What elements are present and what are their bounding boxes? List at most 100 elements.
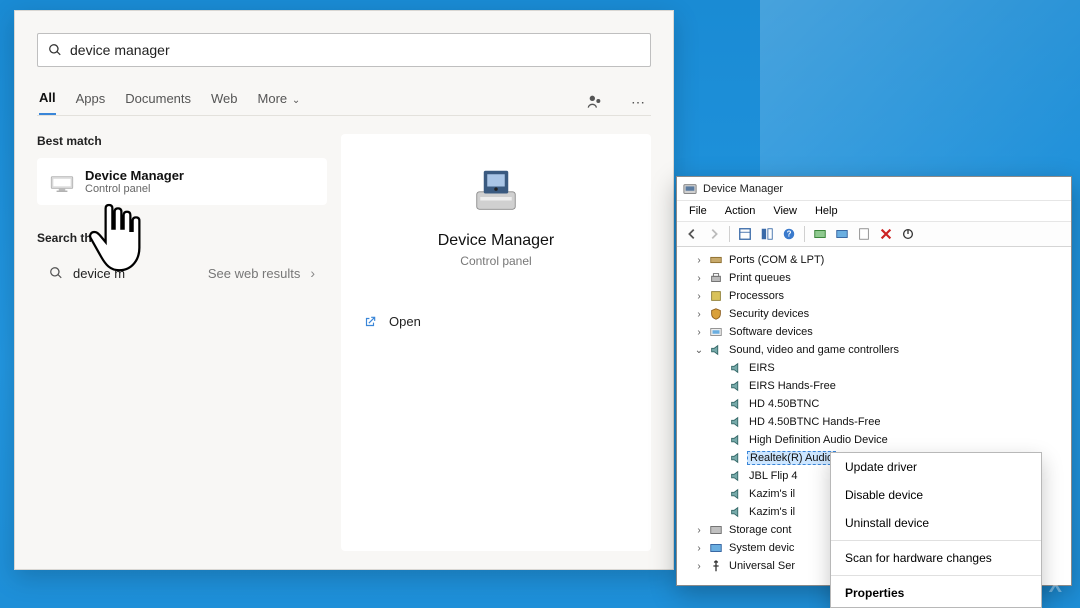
tree-node[interactable]: › Print queues xyxy=(683,269,1067,287)
device-category-icon xyxy=(709,523,723,537)
uninstall-button[interactable] xyxy=(877,225,895,243)
profile-icon[interactable] xyxy=(583,89,607,116)
expand-icon[interactable]: › xyxy=(693,543,705,554)
chevron-right-icon: › xyxy=(310,265,315,281)
device-category-icon xyxy=(709,271,723,285)
tree-node-label: Ports (COM & LPT) xyxy=(727,254,826,266)
expand-icon[interactable]: › xyxy=(693,327,705,338)
tab-web[interactable]: Web xyxy=(211,91,238,114)
tree-leaf[interactable]: HD 4.50BTNC Hands-Free xyxy=(683,413,1067,431)
open-icon xyxy=(363,315,377,329)
menu-separator xyxy=(831,540,1041,541)
disable-button[interactable] xyxy=(899,225,917,243)
expand-icon[interactable]: › xyxy=(693,309,705,320)
tree-node[interactable]: › Processors xyxy=(683,287,1067,305)
device-category-icon xyxy=(709,343,723,357)
menu-file[interactable]: File xyxy=(681,203,715,219)
open-label: Open xyxy=(389,314,421,329)
context-menu-item[interactable]: Disable device xyxy=(831,481,1041,509)
sound-device-icon xyxy=(729,451,743,465)
context-menu-item[interactable]: Update driver xyxy=(831,453,1041,481)
context-menu: Update driverDisable deviceUninstall dev… xyxy=(830,452,1042,608)
sound-device-icon xyxy=(729,433,743,447)
tree-leaf-label: EIRS xyxy=(747,362,777,374)
result-detail-panel: Device Manager Control panel Open xyxy=(341,134,651,551)
properties-button[interactable] xyxy=(855,225,873,243)
menu-bar: File Action View Help xyxy=(677,201,1071,222)
best-match-subtitle: Control panel xyxy=(85,183,184,195)
scan-button[interactable] xyxy=(811,225,829,243)
device-category-icon xyxy=(709,541,723,555)
web-result-query: device m xyxy=(73,266,198,281)
expand-icon[interactable]: › xyxy=(693,525,705,536)
search-icon xyxy=(48,43,62,57)
update-button[interactable] xyxy=(833,225,851,243)
menu-help[interactable]: Help xyxy=(807,203,846,219)
search-input[interactable] xyxy=(70,42,640,58)
back-button[interactable] xyxy=(683,225,701,243)
toolbar: ? xyxy=(677,222,1071,247)
search-icon xyxy=(49,266,63,280)
tree-node-label: Print queues xyxy=(727,272,793,284)
web-result-row[interactable]: device m See web results › xyxy=(37,255,327,291)
titlebar[interactable]: Device Manager xyxy=(677,177,1071,201)
tree-leaf-label: JBL Flip 4 xyxy=(747,470,800,482)
expand-icon[interactable]: › xyxy=(693,291,705,302)
menu-view[interactable]: View xyxy=(765,203,805,219)
tree-node-label: Sound, video and game controllers xyxy=(727,344,901,356)
svg-text:?: ? xyxy=(787,230,792,239)
sound-device-icon xyxy=(729,487,743,501)
tree-node[interactable]: ›Software devices xyxy=(683,323,1067,341)
tree-node[interactable]: › Security devices xyxy=(683,305,1067,323)
expand-icon[interactable]: › xyxy=(693,273,705,284)
toolbar-btn[interactable] xyxy=(736,225,754,243)
search-box[interactable] xyxy=(37,33,651,67)
tab-documents[interactable]: Documents xyxy=(125,91,191,114)
tree-node-label: Storage cont xyxy=(727,524,793,536)
expand-icon[interactable]: › xyxy=(693,561,705,572)
open-action[interactable]: Open xyxy=(363,308,629,335)
context-menu-item[interactable]: Properties xyxy=(831,579,1041,607)
tab-more[interactable]: More ⌄ xyxy=(258,91,301,114)
tab-all[interactable]: All xyxy=(39,90,56,116)
help-button[interactable]: ? xyxy=(780,225,798,243)
collapse-icon[interactable]: ⌄ xyxy=(693,345,705,356)
tree-node[interactable]: › Ports (COM & LPT) xyxy=(683,251,1067,269)
best-match-heading: Best match xyxy=(37,134,327,148)
search-the-heading: Search th xyxy=(37,231,327,245)
forward-button[interactable] xyxy=(705,225,723,243)
device-category-icon xyxy=(709,325,723,339)
tree-leaf-label: Realtek(R) Audio xyxy=(747,451,836,465)
detail-title: Device Manager xyxy=(438,232,555,250)
menu-separator xyxy=(831,575,1041,576)
tree-node-label: Processors xyxy=(727,290,786,302)
device-manager-large-icon xyxy=(468,162,524,218)
tree-leaf-label: Kazim's il xyxy=(747,506,797,518)
more-icon[interactable]: ⋯ xyxy=(627,90,649,115)
menu-action[interactable]: Action xyxy=(717,203,764,219)
sound-device-icon xyxy=(729,397,743,411)
tree-node-label: Security devices xyxy=(727,308,811,320)
web-result-suffix: See web results xyxy=(208,266,301,281)
sound-device-icon xyxy=(729,469,743,483)
tree-leaf-label: HD 4.50BTNC Hands-Free xyxy=(747,416,882,428)
device-category-icon xyxy=(709,253,723,267)
tree-leaf[interactable]: HD 4.50BTNC xyxy=(683,395,1067,413)
tree-node[interactable]: ⌄ Sound, video and game controllers xyxy=(683,341,1067,359)
toolbar-btn[interactable] xyxy=(758,225,776,243)
context-menu-item[interactable]: Uninstall device xyxy=(831,509,1041,537)
tree-leaf[interactable]: EIRS Hands-Free xyxy=(683,377,1067,395)
tree-leaf[interactable]: EIRS xyxy=(683,359,1067,377)
tree-leaf-label: High Definition Audio Device xyxy=(747,434,890,446)
tab-apps[interactable]: Apps xyxy=(76,91,106,114)
expand-icon[interactable]: › xyxy=(693,255,705,266)
tree-leaf[interactable]: High Definition Audio Device xyxy=(683,431,1067,449)
device-category-icon xyxy=(709,307,723,321)
chevron-down-icon: ⌄ xyxy=(289,95,300,106)
tree-node-label: System devic xyxy=(727,542,796,554)
best-match-result[interactable]: Device Manager Control panel xyxy=(37,158,327,205)
sound-device-icon xyxy=(729,379,743,393)
context-menu-item[interactable]: Scan for hardware changes xyxy=(831,544,1041,572)
best-match-title: Device Manager xyxy=(85,168,184,183)
tree-leaf-label: Kazim's il xyxy=(747,488,797,500)
